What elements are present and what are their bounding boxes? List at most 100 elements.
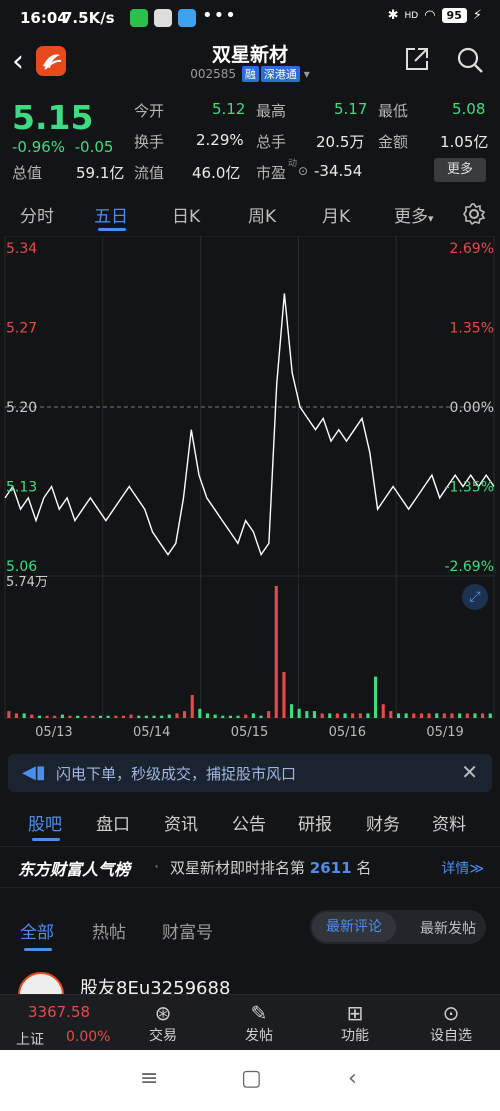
- volume-bar: [53, 715, 57, 718]
- volume-bar: [68, 715, 72, 718]
- tab-announcements[interactable]: 公告: [232, 810, 266, 835]
- promo-banner[interactable]: ◀▮ 闪电下单，秒级成交，捕捉股市风口 ✕: [8, 754, 492, 792]
- tab-finance[interactable]: 财务: [366, 810, 400, 835]
- search-icon[interactable]: [456, 46, 484, 74]
- volume-bar: [198, 708, 202, 718]
- volume-bar: [175, 713, 179, 718]
- margin-badge: 融: [241, 66, 259, 82]
- volume-bar: [60, 714, 64, 718]
- post-label: 发帖: [245, 1028, 273, 1044]
- settings-app-icon: [154, 9, 172, 27]
- open-label: 今开: [134, 102, 165, 120]
- volume-bar: [320, 713, 324, 718]
- y-axis-left-tick: 5.06: [6, 559, 37, 575]
- tab-research[interactable]: 研报: [298, 810, 332, 835]
- y-axis-left-tick: 5.34: [6, 241, 37, 257]
- volume-bar: [374, 676, 378, 718]
- tab-more-label: 更多: [394, 207, 428, 227]
- rank-detail-link[interactable]: 详情≫: [441, 858, 484, 878]
- y-axis-right-tick: 0.00%: [450, 400, 494, 416]
- mktcap-label: 总值: [12, 164, 43, 182]
- volume-bar: [366, 713, 370, 718]
- info-icon[interactable]: ⊙: [298, 164, 308, 178]
- expand-icon[interactable]: ⤢: [462, 584, 488, 610]
- wechat-icon: [130, 9, 148, 27]
- volume-bar: [351, 713, 355, 718]
- connect-badge: 深港通: [260, 66, 300, 82]
- period-tabs: 分时 五日 日K 周K 月K 更多▾: [0, 196, 500, 234]
- tab-guba[interactable]: 股吧: [28, 810, 62, 835]
- sort-latest-post[interactable]: 最新发帖: [420, 918, 476, 938]
- tab-more[interactable]: 更多▾: [394, 202, 434, 227]
- tab-weekly-k[interactable]: 周K: [248, 202, 276, 227]
- high-label: 最高: [256, 102, 287, 120]
- volume-bar: [37, 715, 41, 718]
- five-day-chart[interactable]: 5.34 2.69% 5.27 1.35% 5.20 0.00% 5.13 -1.35% 5.0…: [0, 236, 500, 746]
- volume-bar: [442, 713, 446, 718]
- tab-caifu[interactable]: 财富号: [162, 918, 213, 943]
- volume-bar: [7, 711, 11, 718]
- tab-intraday[interactable]: 分时: [20, 202, 54, 227]
- sort-latest-comment[interactable]: 最新评论: [312, 912, 396, 942]
- volume-bar: [473, 713, 477, 718]
- share-icon[interactable]: [404, 46, 430, 72]
- bluetooth-icon: ✱: [387, 8, 399, 23]
- volume-bar: [167, 714, 171, 718]
- tab-daily-k[interactable]: 日K: [172, 202, 200, 227]
- mktcap-value: 59.1亿: [76, 164, 125, 182]
- battery-icon: 95: [441, 8, 467, 23]
- active-tab-indicator: [98, 228, 126, 231]
- banner-text: 闪电下单，秒级成交，捕捉股市风口: [56, 765, 297, 783]
- volume-bar: [228, 715, 232, 718]
- low-value: 5.08: [452, 100, 486, 118]
- tab-monthly-k[interactable]: 月K: [322, 202, 350, 227]
- volume-value: 20.5万: [316, 133, 365, 151]
- volume-bar: [267, 711, 271, 718]
- y-axis-right-tick: -1.35%: [444, 480, 494, 496]
- rank-suffix: 名: [356, 859, 372, 877]
- amount-value: 1.05亿: [440, 133, 489, 151]
- dropdown-icon[interactable]: ▾: [304, 67, 310, 81]
- tab-pankou[interactable]: 盘口: [96, 810, 130, 835]
- status-time: 16:04: [20, 9, 68, 27]
- comment-tab-indicator: [24, 948, 52, 951]
- chart-canvas[interactable]: 5.34 2.69% 5.27 1.35% 5.20 0.00% 5.13 -1.35% 5.0…: [0, 236, 500, 746]
- volume-bar: [290, 704, 294, 718]
- tab-all[interactable]: 全部: [20, 918, 54, 943]
- price-change: -0.96% -0.05: [12, 138, 113, 156]
- gear-icon[interactable]: [462, 202, 486, 226]
- tab-five-day[interactable]: 五日: [94, 202, 128, 227]
- post-item[interactable]: 股友8Eu3259688: [0, 968, 500, 1018]
- trade-button[interactable]: ⊛ 交易: [128, 1001, 198, 1045]
- function-button[interactable]: ⊞ 功能: [320, 1001, 390, 1045]
- post-button[interactable]: ✎ 发帖: [224, 1001, 294, 1045]
- rank-prefix: 双星新材即时排名第: [170, 859, 306, 877]
- stock-header: ‹ 双星新材 002585 融深港通 ▾: [0, 36, 500, 90]
- volume-bar: [30, 714, 34, 718]
- home-nav-icon[interactable]: ▢: [241, 1066, 262, 1091]
- price-panel-frame: [4, 235, 495, 577]
- menu-nav-icon[interactable]: ≡: [140, 1066, 158, 1091]
- index-name: 上证: [16, 1032, 44, 1048]
- turnover-label: 换手: [134, 133, 165, 151]
- edit-icon: ✎: [250, 1001, 268, 1025]
- volume-bar: [160, 715, 164, 718]
- tab-news[interactable]: 资讯: [164, 810, 198, 835]
- volume-bar: [282, 672, 286, 718]
- popularity-rank[interactable]: 东方财富人气榜 · 双星新材即时排名第 2611 名 详情≫: [0, 846, 500, 888]
- watchlist-label: 设自选: [430, 1028, 472, 1044]
- tab-profile[interactable]: 资料: [432, 810, 466, 835]
- volume-max-label: 5.74万: [6, 575, 48, 590]
- x-axis-date-label: 05/19: [426, 725, 463, 740]
- trade-label: 交易: [149, 1028, 177, 1044]
- close-icon[interactable]: ✕: [461, 760, 478, 784]
- volume-bar: [22, 713, 26, 718]
- tab-hot[interactable]: 热帖: [92, 918, 126, 943]
- section-tab-indicator: [32, 838, 60, 841]
- more-button[interactable]: 更多: [434, 158, 486, 182]
- volume-bar: [190, 695, 194, 718]
- volume-bar: [259, 715, 263, 718]
- back-nav-icon[interactable]: ‹: [348, 1066, 357, 1091]
- add-watchlist-button[interactable]: ⊙ 设自选: [416, 1001, 486, 1045]
- index-value: 3367.58: [28, 1003, 91, 1021]
